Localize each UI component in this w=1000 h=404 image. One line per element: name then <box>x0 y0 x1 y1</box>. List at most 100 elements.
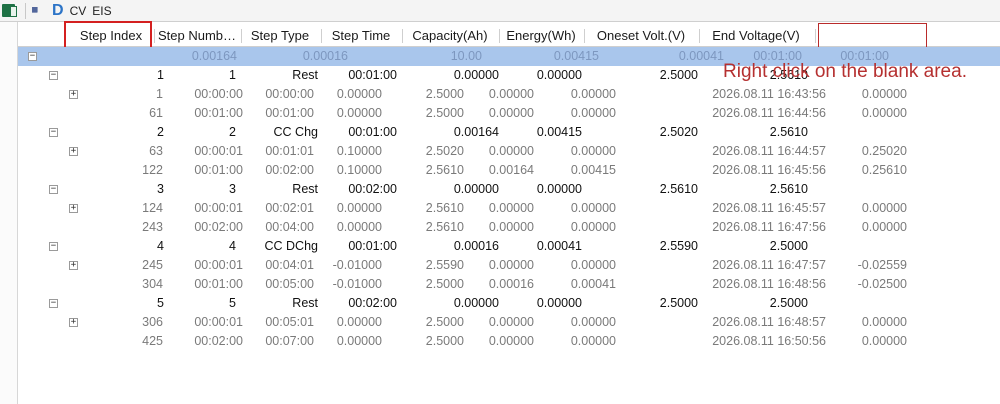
record-cell: 0.00000 <box>861 201 907 215</box>
record-cell: 245 <box>142 258 163 272</box>
record-cell: 0.10000 <box>336 163 382 177</box>
instruction-annotation: Right click on the blank area. <box>723 61 967 82</box>
step-cell: 0.00164 <box>453 125 499 139</box>
collapse-toggle[interactable]: − <box>49 242 58 251</box>
step-cell: 0.00000 <box>453 182 499 196</box>
cv-button[interactable]: CV <box>70 1 87 21</box>
step-cell: 00:01:00 <box>348 125 397 139</box>
step-row[interactable]: − 5 5 Rest 00:02:00 0.00000 0.00000 2.5000 2.500… <box>18 294 1000 313</box>
record-cell: 61 <box>149 106 163 120</box>
record-cell: 0.00000 <box>570 144 616 158</box>
record-cell: 00:00:00 <box>265 87 314 101</box>
record-cell: 00:00:01 <box>194 201 243 215</box>
record-row[interactable]: +124 00:00:01 00:02:01 0.00000 2.5610 0.00000… <box>18 199 1000 218</box>
step-row[interactable]: − 2 2 CC Chg 00:01:00 0.00164 0.00415 2.5020 2.5… <box>18 123 1000 142</box>
expand-toggle[interactable]: + <box>69 204 78 213</box>
expand-toggle[interactable]: + <box>69 147 78 156</box>
step-cell: 0.00000 <box>453 296 499 310</box>
step-row[interactable]: − 4 4 CC DChg 00:01:00 0.00016 0.00041 2.5590 2.… <box>18 237 1000 256</box>
step-cell: 2.5590 <box>659 239 698 253</box>
column-header-energy[interactable]: Energy(Wh) <box>500 25 582 47</box>
step-cell: 3 <box>157 182 164 196</box>
record-cell: 0.00041 <box>570 277 616 291</box>
step-cell: 00:01:00 <box>348 68 397 82</box>
record-row[interactable]: +306 00:00:01 00:05:01 0.00000 2.5000 0.00000… <box>18 313 1000 332</box>
record-cell: 0.00000 <box>336 106 382 120</box>
d-icon: D <box>52 1 64 19</box>
collapse-toggle[interactable]: − <box>49 71 58 80</box>
record-cell: 0.25020 <box>861 144 907 158</box>
step-cell: 0.00415 <box>536 125 582 139</box>
column-header-onset-voltage[interactable]: Oneset Volt.(V) <box>585 25 697 47</box>
record-cell: 00:02:00 <box>194 334 243 348</box>
column-header-end-voltage[interactable]: End Voltage(V) <box>700 25 812 47</box>
record-row[interactable]: 304 00:01:00 00:05:00 -0.01000 2.5000 0.00016… <box>18 275 1000 294</box>
record-cell: 00:04:01 <box>265 258 314 272</box>
expand-toggle[interactable]: + <box>69 318 78 327</box>
column-header-capacity[interactable]: Capacity(Ah) <box>403 25 497 47</box>
column-header-step-type[interactable]: Step Type <box>242 25 318 47</box>
record-cell: 0.00000 <box>861 315 907 329</box>
collapse-toggle[interactable]: − <box>49 128 58 137</box>
record-cell: 0.00000 <box>570 201 616 215</box>
step-cell: 0.00000 <box>536 182 582 196</box>
record-cell: 2026.08.11 16:44:56 <box>712 106 826 120</box>
eis-button[interactable]: EIS <box>92 1 111 21</box>
excel-export-button[interactable] <box>2 1 17 21</box>
column-header-step-number[interactable]: Step Numb… <box>155 25 239 47</box>
d-button[interactable]: D <box>52 1 64 21</box>
record-cell: 00:00:01 <box>194 258 243 272</box>
collapse-toggle[interactable]: − <box>49 185 58 194</box>
record-cell: 2026.08.11 16:44:57 <box>712 144 826 158</box>
step-cell: 0.00041 <box>536 239 582 253</box>
expand-toggle[interactable]: + <box>69 261 78 270</box>
record-cell: 2026.08.11 16:43:56 <box>712 87 826 101</box>
record-cell: 0.00000 <box>488 106 534 120</box>
grid-icon: ▦ <box>32 5 38 15</box>
record-cell: 2.5000 <box>425 87 464 101</box>
record-row[interactable]: 243 00:02:00 00:04:00 0.00000 2.5610 0.00000 0… <box>18 218 1000 237</box>
expand-toggle[interactable]: + <box>69 90 78 99</box>
step-cell: 4 <box>229 239 236 253</box>
record-cell: 2.5610 <box>425 163 464 177</box>
step-cell: 0.00000 <box>536 296 582 310</box>
record-cell: 0.00000 <box>488 220 534 234</box>
record-cell: 0.00000 <box>488 87 534 101</box>
step-row[interactable]: − 3 3 Rest 00:02:00 0.00000 0.00000 2.5610 2.561… <box>18 180 1000 199</box>
record-cell: 2026.08.11 16:48:56 <box>712 277 826 291</box>
record-cell: 2026.08.11 16:47:56 <box>712 220 826 234</box>
record-cell: 0.00000 <box>570 220 616 234</box>
record-cell: 0.00016 <box>488 277 534 291</box>
step-cell: 2.5000 <box>769 296 808 310</box>
record-row[interactable]: 122 00:01:00 00:02:00 0.10000 2.5610 0.00164 0… <box>18 161 1000 180</box>
collapse-toggle[interactable]: − <box>28 52 37 61</box>
toolbar: ▦ D CV EIS <box>0 0 1000 22</box>
record-row[interactable]: +63 00:00:01 00:01:01 0.10000 2.5020 0.00000 0… <box>18 142 1000 161</box>
record-cell: 0.00000 <box>336 334 382 348</box>
step-cell: CC DChg <box>264 239 319 253</box>
step-cell: 2.5000 <box>769 239 808 253</box>
record-cell: 63 <box>149 144 163 158</box>
column-header-step-time[interactable]: Step Time <box>322 25 400 47</box>
record-row[interactable]: 425 00:02:00 00:07:00 0.00000 2.5000 0.00000 0… <box>18 332 1000 351</box>
grid-view-button[interactable]: ▦ <box>32 1 46 21</box>
record-cell: 00:07:00 <box>265 334 314 348</box>
record-row[interactable]: +245 00:00:01 00:04:01 -0.01000 2.5590 0.0000… <box>18 256 1000 275</box>
record-cell: 0.25610 <box>861 163 907 177</box>
record-row[interactable]: 61 00:01:00 00:01:00 0.00000 2.5000 0.00000 0.… <box>18 104 1000 123</box>
summary-cell: 10.00 <box>450 49 482 63</box>
record-cell: 0.00000 <box>570 315 616 329</box>
blank-area-highlight-box <box>818 23 927 50</box>
record-cell: 00:01:00 <box>265 106 314 120</box>
collapse-toggle[interactable]: − <box>49 299 58 308</box>
step-cell: 2.5000 <box>659 296 698 310</box>
record-cell: 0.00000 <box>570 87 616 101</box>
record-cell: 0.00000 <box>488 144 534 158</box>
eis-label: EIS <box>92 3 112 18</box>
record-cell: 0.00000 <box>570 258 616 272</box>
record-cell: 304 <box>142 277 163 291</box>
record-row[interactable]: +1 00:00:00 00:00:00 0.00000 2.5000 0.00000 0.… <box>18 85 1000 104</box>
step-cell: 0.00016 <box>453 239 499 253</box>
row-gutter <box>0 22 18 404</box>
record-cell: 00:02:01 <box>265 201 314 215</box>
